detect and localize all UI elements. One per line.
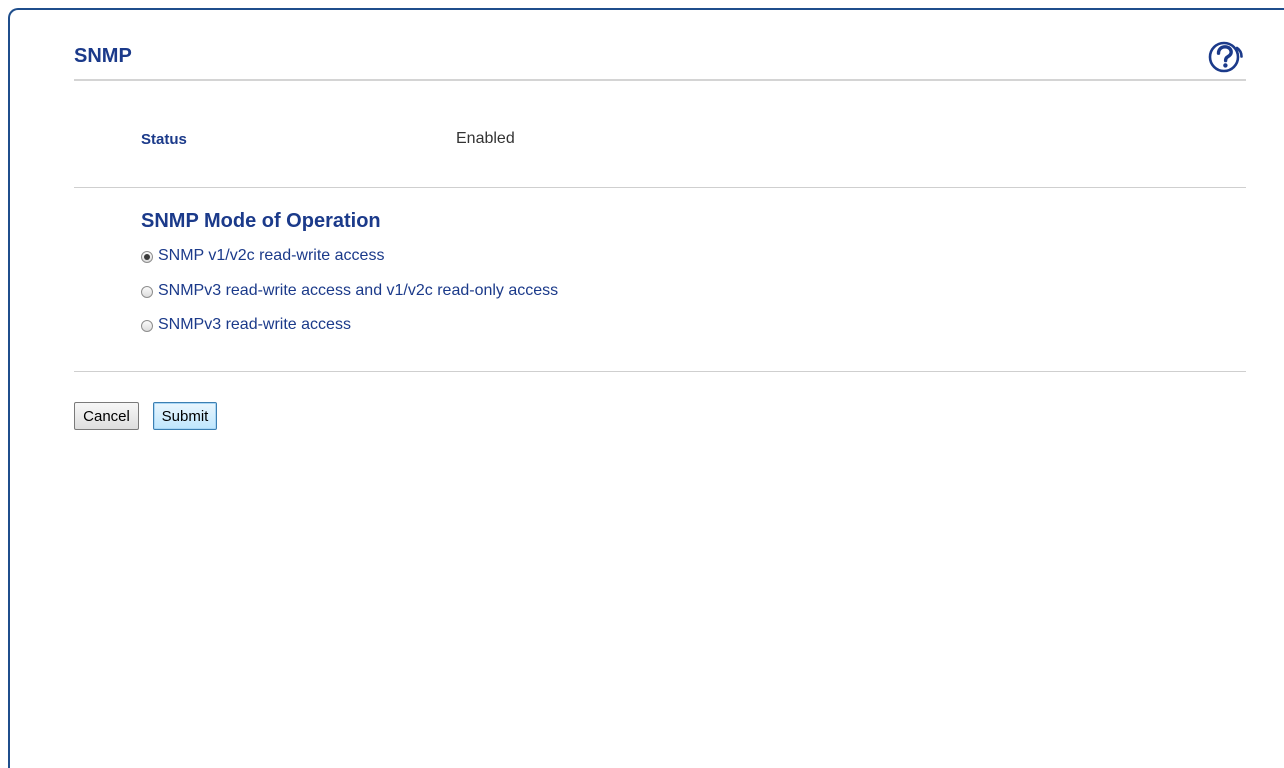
submit-button[interactable]: Submit — [153, 402, 217, 430]
radio-button[interactable] — [141, 285, 153, 298]
radio-option-label: SNMPv3 read-write access and v1/v2c read… — [158, 282, 559, 299]
radio-option-label: SNMPv3 read-write access — [158, 316, 351, 333]
status-value: Enabled — [456, 130, 515, 147]
help-question-icon — [1208, 41, 1243, 73]
radio-button-selected[interactable] — [141, 250, 153, 263]
buttons-divider — [74, 371, 1246, 372]
section-divider — [74, 187, 1246, 188]
mode-heading: SNMP Mode of Operation — [141, 210, 381, 232]
status-label: Status — [141, 131, 187, 148]
cancel-button[interactable]: Cancel — [74, 402, 139, 430]
radio-option-v3rw-v1v2c-ro[interactable]: SNMPv3 read-write access and v1/v2c read… — [141, 282, 558, 300]
radio-option-v1v2c-rw[interactable]: SNMP v1/v2c read-write access — [141, 247, 384, 265]
radio-option-label: SNMP v1/v2c read-write access — [158, 247, 385, 264]
page-title: SNMP — [74, 45, 132, 67]
radio-button[interactable] — [141, 319, 153, 332]
radio-option-v3rw[interactable]: SNMPv3 read-write access — [141, 316, 351, 334]
help-button[interactable] — [1207, 40, 1245, 74]
title-divider — [74, 79, 1246, 81]
content-frame — [8, 8, 1284, 768]
